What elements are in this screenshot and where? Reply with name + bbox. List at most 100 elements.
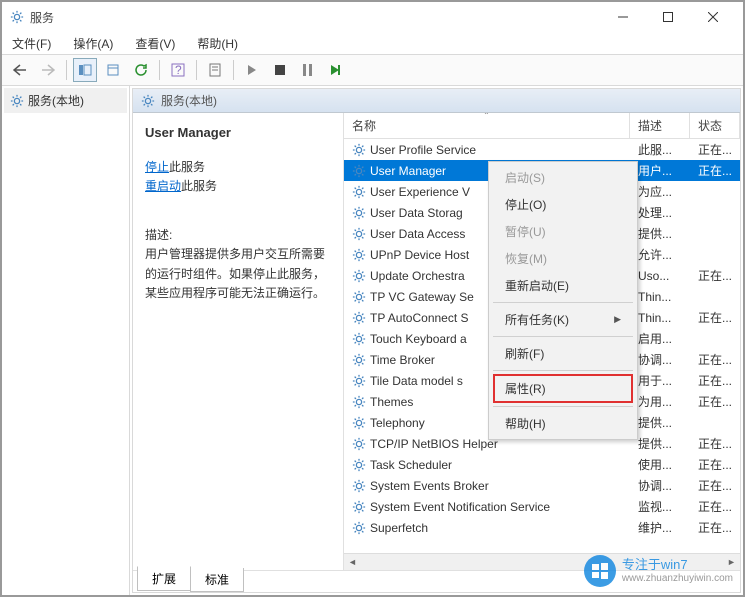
service-status: 正在... xyxy=(690,309,740,326)
menu-file[interactable]: 文件(F) xyxy=(8,33,55,54)
sort-indicator-icon: ⌃ xyxy=(483,113,490,120)
gear-icon xyxy=(352,206,366,220)
ctx-pause: 暂停(U) xyxy=(491,218,635,245)
service-desc: 为用... xyxy=(630,393,690,410)
back-button[interactable] xyxy=(8,58,32,82)
column-status[interactable]: 状态 xyxy=(690,113,740,138)
panel-header: 服务(本地) xyxy=(133,89,740,113)
service-status: 正在... xyxy=(690,141,740,158)
submenu-arrow-icon: ▶ xyxy=(614,314,621,325)
service-row[interactable]: User Profile Service此服...正在... xyxy=(344,139,740,160)
menu-action[interactable]: 操作(A) xyxy=(69,33,117,54)
service-desc: 为应... xyxy=(630,183,690,200)
menu-help[interactable]: 帮助(H) xyxy=(193,33,242,54)
service-desc: Thin... xyxy=(630,290,690,304)
properties-button[interactable] xyxy=(203,58,227,82)
gear-icon xyxy=(352,437,366,451)
pause-service-button[interactable] xyxy=(296,58,320,82)
gear-icon xyxy=(352,479,366,493)
gear-icon xyxy=(352,185,366,199)
export-button[interactable] xyxy=(101,58,125,82)
svg-text:?: ? xyxy=(175,63,182,77)
service-status: 正在... xyxy=(690,519,740,536)
service-desc: Uso... xyxy=(630,269,690,283)
service-name: Superfetch xyxy=(370,521,428,535)
titlebar: 服务 xyxy=(2,2,743,32)
gear-icon xyxy=(352,521,366,535)
service-name: User Profile Service xyxy=(370,143,476,157)
minimize-button[interactable] xyxy=(600,3,645,31)
close-button[interactable] xyxy=(690,3,735,31)
ctx-help[interactable]: 帮助(H) xyxy=(491,410,635,437)
ctx-refresh[interactable]: 刷新(F) xyxy=(491,340,635,367)
gear-icon xyxy=(352,143,366,157)
ctx-restart[interactable]: 重新启动(E) xyxy=(491,272,635,299)
start-service-button[interactable] xyxy=(240,58,264,82)
service-desc: 处理... xyxy=(630,204,690,221)
list-header: ⌃名称 描述 状态 xyxy=(344,113,740,139)
gear-icon xyxy=(352,395,366,409)
service-row[interactable]: System Events Broker协调...正在... xyxy=(344,475,740,496)
services-icon xyxy=(10,10,24,24)
gear-icon xyxy=(10,94,24,108)
ctx-all-tasks[interactable]: 所有任务(K)▶ xyxy=(491,306,635,333)
service-name: User Manager xyxy=(370,164,446,178)
tab-standard[interactable]: 标准 xyxy=(190,568,244,592)
gear-icon xyxy=(352,332,366,346)
ctx-properties[interactable]: 属性(R) xyxy=(505,377,621,400)
column-desc[interactable]: 描述 xyxy=(630,113,690,138)
service-desc: 维护... xyxy=(630,519,690,536)
service-name: Update Orchestra xyxy=(370,269,465,283)
menubar: 文件(F) 操作(A) 查看(V) 帮助(H) xyxy=(2,32,743,54)
service-row[interactable]: Task Scheduler使用...正在... xyxy=(344,454,740,475)
gear-icon xyxy=(352,227,366,241)
service-desc: 启用... xyxy=(630,330,690,347)
stop-service-button[interactable] xyxy=(268,58,292,82)
service-status: 正在... xyxy=(690,351,740,368)
tree-pane: 服务(本地) xyxy=(2,86,130,595)
service-list: ⌃名称 描述 状态 User Profile Service此服...正在...… xyxy=(343,113,740,570)
service-status: 正在... xyxy=(690,435,740,452)
service-status: 正在... xyxy=(690,372,740,389)
toolbar: ? xyxy=(2,54,743,86)
gear-icon xyxy=(352,311,366,325)
maximize-button[interactable] xyxy=(645,3,690,31)
gear-icon xyxy=(352,416,366,430)
restart-link[interactable]: 重启动 xyxy=(145,179,181,193)
show-hide-button[interactable] xyxy=(73,58,97,82)
gear-icon xyxy=(352,353,366,367)
service-name: Themes xyxy=(370,395,413,409)
ctx-stop[interactable]: 停止(O) xyxy=(491,191,635,218)
service-name: UPnP Device Host xyxy=(370,248,469,262)
scroll-left-icon[interactable]: ◄ xyxy=(344,555,361,570)
help-button[interactable]: ? xyxy=(166,58,190,82)
menu-view[interactable]: 查看(V) xyxy=(131,33,179,54)
service-desc: 提供... xyxy=(630,435,690,452)
column-name[interactable]: ⌃名称 xyxy=(344,113,630,138)
gear-icon xyxy=(352,290,366,304)
service-row[interactable]: System Event Notification Service监视...正在… xyxy=(344,496,740,517)
service-name: Touch Keyboard a xyxy=(370,332,467,346)
service-name: User Data Storag xyxy=(370,206,463,220)
service-status: 正在... xyxy=(690,267,740,284)
restart-service-button[interactable] xyxy=(324,58,348,82)
service-desc: 用户... xyxy=(630,162,690,179)
service-desc: 用于... xyxy=(630,372,690,389)
service-status: 正在... xyxy=(690,477,740,494)
service-status: 正在... xyxy=(690,162,740,179)
context-menu: 启动(S) 停止(O) 暂停(U) 恢复(M) 重新启动(E) 所有任务(K)▶… xyxy=(488,161,638,440)
refresh-button[interactable] xyxy=(129,58,153,82)
watermark-text: 专注于win7 xyxy=(622,558,733,572)
forward-button[interactable] xyxy=(36,58,60,82)
watermark: 专注于win7 www.zhuanzhuyiwin.com xyxy=(584,555,733,587)
gear-icon xyxy=(352,248,366,262)
service-row[interactable]: Superfetch 维护...正在... xyxy=(344,517,740,538)
tree-root-services[interactable]: 服务(本地) xyxy=(4,88,127,113)
tab-extended[interactable]: 扩展 xyxy=(137,566,191,591)
service-status: 正在... xyxy=(690,393,740,410)
service-status: 正在... xyxy=(690,498,740,515)
service-desc: 提供... xyxy=(630,414,690,431)
stop-link[interactable]: 停止 xyxy=(145,160,169,174)
description-label: 描述: xyxy=(145,226,331,245)
highlight-annotation: 属性(R) xyxy=(493,374,633,403)
